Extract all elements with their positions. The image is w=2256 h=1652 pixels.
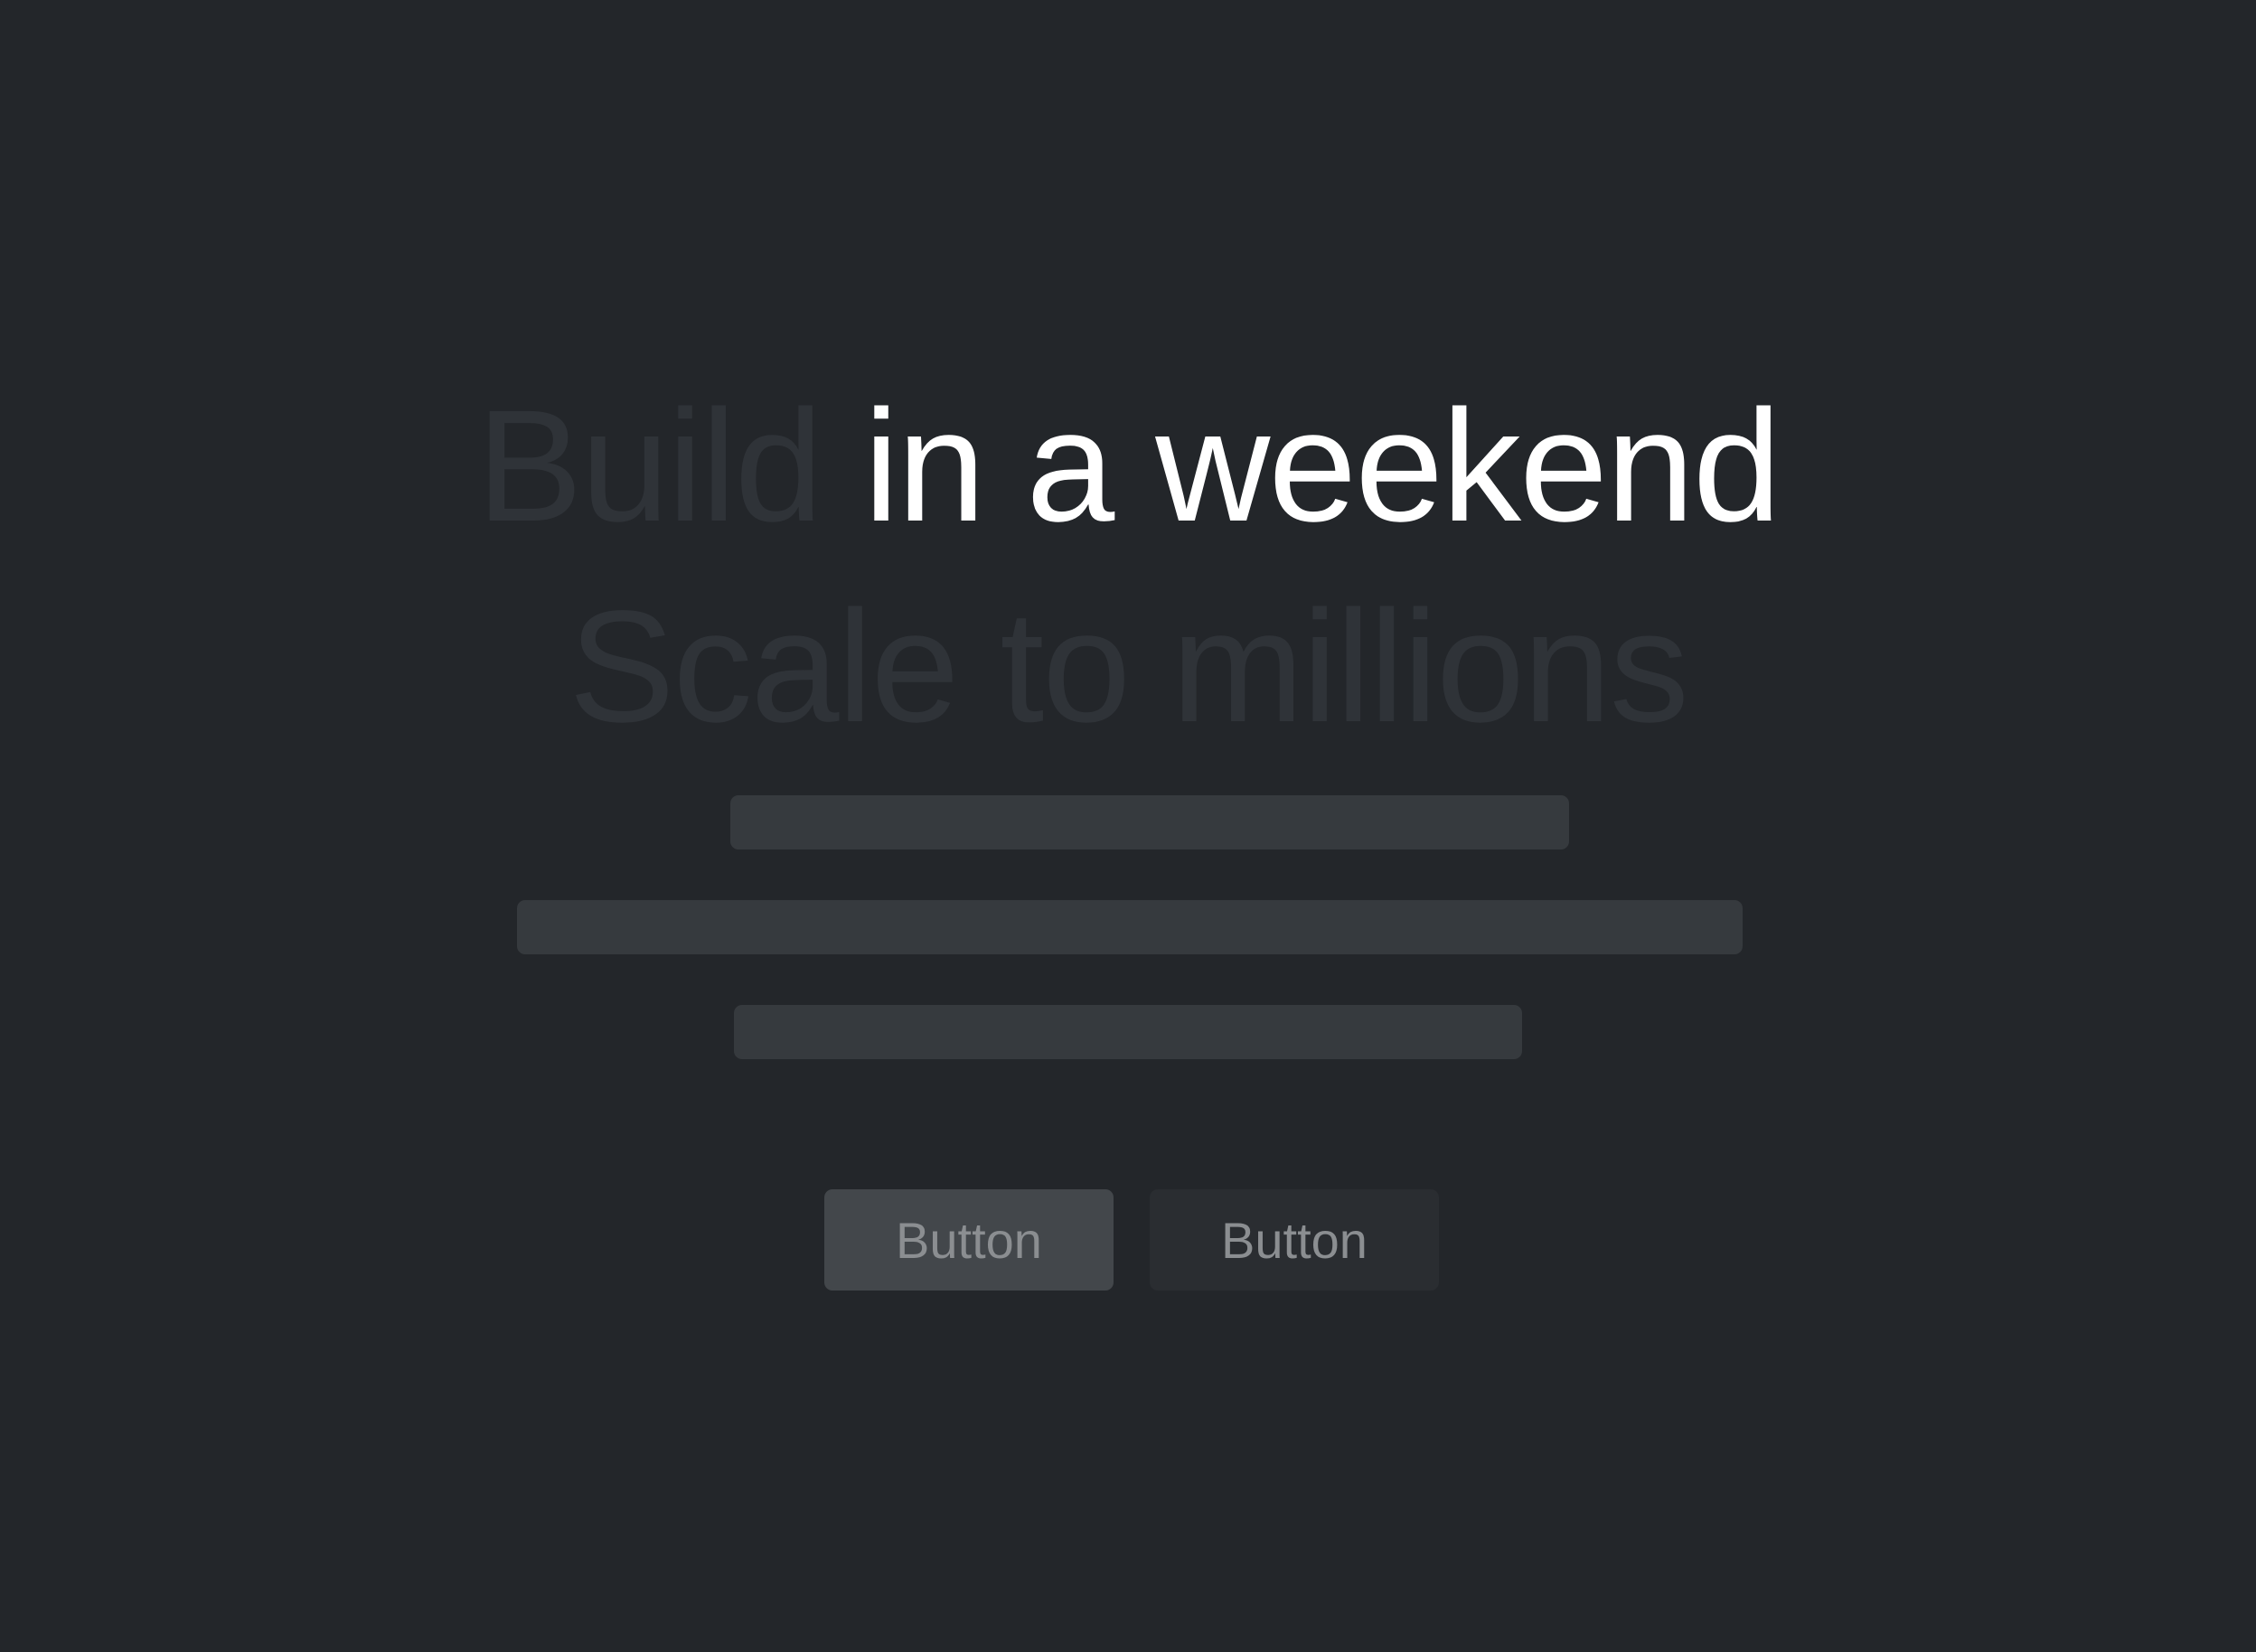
headline-highlight: in a weekend: [863, 378, 1781, 555]
skeleton-text-line-1: [730, 795, 1569, 849]
primary-button[interactable]: Button: [824, 1189, 1114, 1291]
secondary-button[interactable]: Button: [1150, 1189, 1439, 1291]
skeleton-text-line-2: [517, 900, 1743, 954]
headline-line-1: Build in a weekend: [0, 387, 2256, 546]
skeleton-text-line-3: [734, 1005, 1522, 1059]
headline-line-2-text: Scale to millions: [569, 578, 1689, 756]
headline-line-2: Scale to millions: [0, 587, 2256, 746]
headline-dim-word: Build: [476, 378, 822, 555]
hero-section: Build in a weekend Scale to millions But…: [0, 0, 2256, 1652]
